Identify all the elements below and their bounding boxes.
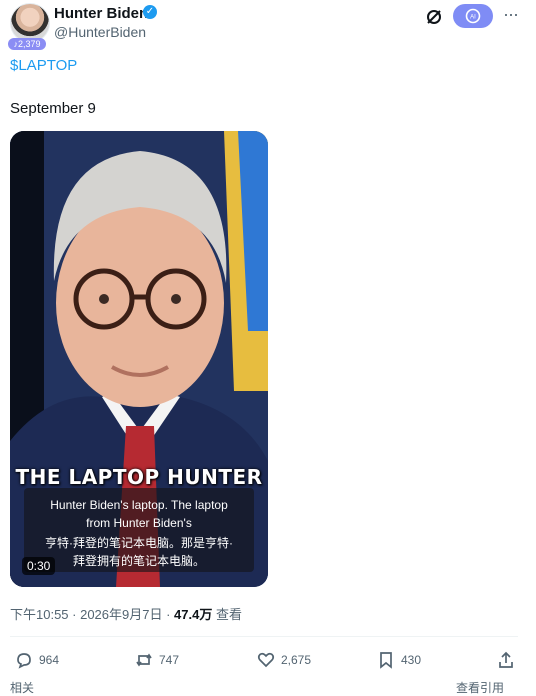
view-label: 查看 <box>212 607 242 622</box>
repost-count: 747 <box>159 653 180 667</box>
bookmark-icon <box>380 652 392 669</box>
subtitle-line: 拜登拥有的笔记本电脑。 <box>72 554 205 568</box>
view-quotes-link[interactable]: 查看引用 <box>456 679 504 696</box>
like-count: 2,675 <box>281 653 312 667</box>
subtitle-line: Hunter Biden's laptop. The laptop <box>50 498 228 512</box>
more-options-icon[interactable]: ··· <box>503 4 521 26</box>
author-name[interactable]: Hunter Biden <box>54 5 148 22</box>
avatar-badge: ♪2,379 <box>8 38 46 50</box>
author-avatar[interactable] <box>10 3 50 43</box>
author-handle[interactable]: @HunterBiden <box>54 24 146 40</box>
post-meta: 下午10:55 · 2026年9月7日 · 47.4万 查看 <box>10 604 242 623</box>
heart-icon <box>257 652 275 668</box>
reply-icon <box>17 653 31 669</box>
share-icon <box>499 651 513 668</box>
grok-label: AI <box>470 15 476 21</box>
post-text: September 9 <box>10 100 96 117</box>
repost-icon <box>136 653 152 667</box>
post-header: ♪2,379 Hunter Biden ✓ @HunterBiden AI ··… <box>0 0 536 52</box>
subtitle-box: Hunter Biden's laptop. The laptop from H… <box>24 488 254 572</box>
video-overlay-title: THE LAPTOP HUNTER <box>15 465 263 489</box>
grok-button[interactable]: AI <box>453 4 493 28</box>
post-timestamp[interactable]: 下午10:55 · 2026年9月7日 · <box>10 607 174 622</box>
video-duration-badge: 0:30 <box>22 557 56 575</box>
verified-badge-icon: ✓ <box>143 5 157 19</box>
grok-icon: AI <box>465 8 481 24</box>
view-count: 47.4万 <box>174 607 213 622</box>
like-button[interactable]: 2,675 <box>256 650 311 670</box>
bookmark-count: 430 <box>401 653 422 667</box>
subtitle-line: from Hunter Biden's <box>86 516 192 530</box>
divider <box>10 636 518 637</box>
subtitle-line: 亨特·拜登的笔记本电脑。那是亨特· <box>45 536 233 550</box>
share-button[interactable] <box>496 650 516 670</box>
reply-button[interactable]: 964 <box>14 650 59 670</box>
sync-icon[interactable] <box>424 7 444 27</box>
reply-count: 964 <box>39 653 60 667</box>
related-link[interactable]: 相关 <box>10 679 34 696</box>
bookmark-button[interactable]: 430 <box>376 650 421 670</box>
cashtag-link[interactable]: $LAPTOP <box>10 57 77 74</box>
repost-button[interactable]: 747 <box>134 650 179 670</box>
